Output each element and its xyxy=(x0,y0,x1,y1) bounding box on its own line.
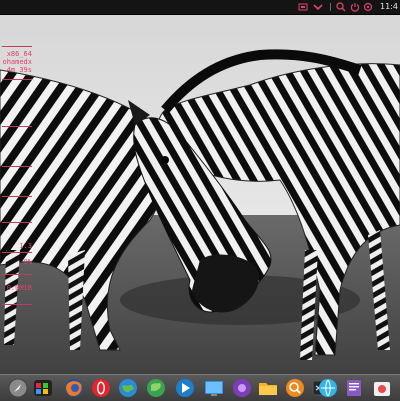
desktop-wallpaper xyxy=(0,0,400,400)
power-icon[interactable] xyxy=(350,0,360,14)
arch-label: x86_64 xyxy=(6,50,32,58)
cpu-frequency: 1.3 xyxy=(19,242,32,250)
updates-icon[interactable] xyxy=(298,0,308,14)
monitor-divider xyxy=(2,79,32,80)
media-player-icon[interactable] xyxy=(175,378,195,398)
monitor-divider xyxy=(2,274,32,275)
settings-icon[interactable] xyxy=(362,0,374,14)
top-panel: 11:4 xyxy=(0,0,400,15)
uptime-label: 4m 39s xyxy=(6,66,32,74)
monitor-divider xyxy=(2,222,32,223)
chevron-down-icon[interactable] xyxy=(312,0,324,14)
terminal-apps-icon[interactable] xyxy=(33,378,53,398)
purple-app-icon[interactable] xyxy=(232,378,252,398)
ram-used: 0.0MiB xyxy=(6,284,32,292)
monitor-divider xyxy=(2,46,32,47)
firefox-icon[interactable] xyxy=(64,378,84,398)
monitor-divider xyxy=(2,196,32,197)
clock[interactable]: 11:4 xyxy=(378,0,400,14)
search-tool-icon[interactable] xyxy=(285,378,305,398)
network-globe-icon[interactable] xyxy=(118,378,138,398)
world-map-icon[interactable] xyxy=(146,378,166,398)
cpu-percent: 0% xyxy=(23,258,32,266)
monitor-divider xyxy=(2,304,32,305)
search-icon[interactable] xyxy=(336,0,346,14)
monitor-divider xyxy=(2,252,32,253)
text-editor-icon[interactable] xyxy=(344,378,364,398)
system-monitor-widget: x86_64 ohamedx 4m 39s 1.3 0% 0.0MiB xyxy=(0,46,40,326)
launchpad-icon[interactable] xyxy=(8,378,28,398)
monitor-divider xyxy=(2,126,32,127)
opera-icon[interactable] xyxy=(91,378,111,398)
dock xyxy=(0,374,400,401)
settings-globe-icon[interactable] xyxy=(318,378,338,398)
software-center-icon[interactable] xyxy=(372,378,392,398)
monitor-divider xyxy=(2,166,32,167)
user-label: ohamedx xyxy=(2,58,32,66)
divider xyxy=(330,0,332,14)
desktop-icon[interactable] xyxy=(204,378,224,398)
files-folder-icon[interactable] xyxy=(258,378,278,398)
